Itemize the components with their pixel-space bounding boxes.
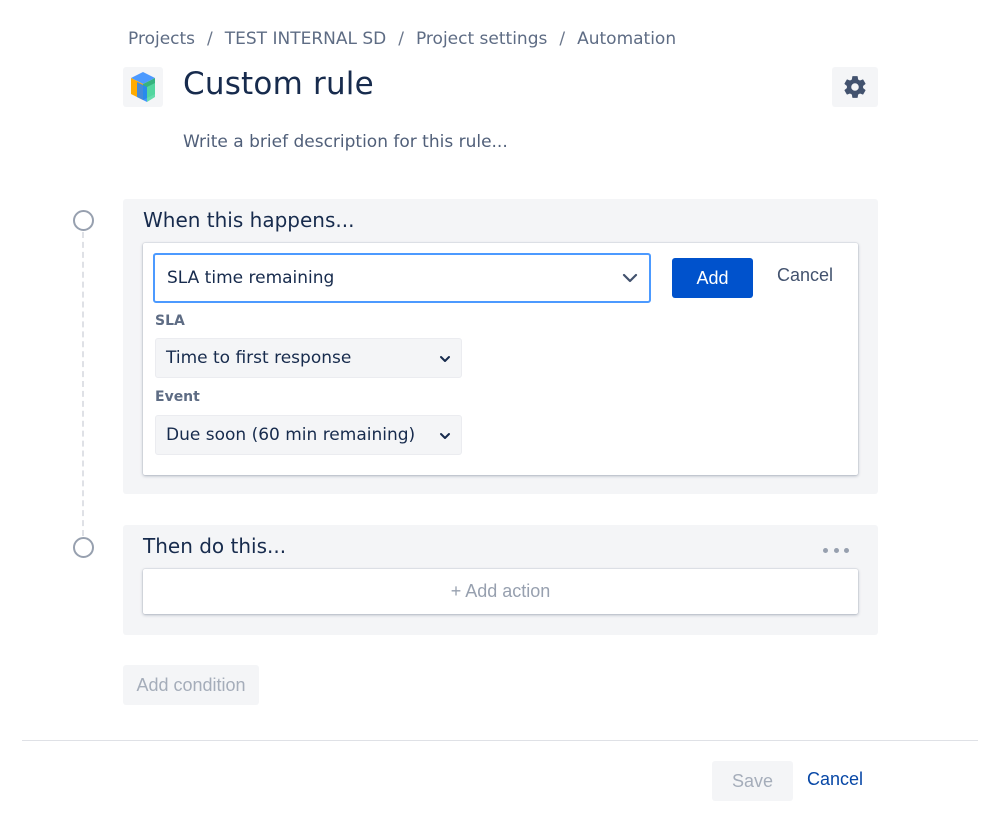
- event-select-value: Due soon (60 min remaining): [166, 425, 416, 445]
- trigger-node-icon: [73, 210, 94, 231]
- footer-divider: [22, 740, 978, 741]
- breadcrumb-project[interactable]: TEST INTERNAL SD: [225, 29, 386, 49]
- sla-select[interactable]: Time to first response: [155, 338, 462, 378]
- trigger-panel: When this happens... SLA time remaining …: [123, 199, 878, 494]
- event-select[interactable]: Due soon (60 min remaining): [155, 415, 462, 455]
- sla-label: SLA: [155, 313, 185, 329]
- breadcrumb-project-settings[interactable]: Project settings: [416, 29, 547, 49]
- breadcrumb-projects[interactable]: Projects: [128, 29, 195, 49]
- add-action-button[interactable]: + Add action: [143, 569, 858, 614]
- gear-icon: [844, 76, 866, 98]
- trigger-select[interactable]: SLA time remaining: [153, 253, 651, 303]
- breadcrumb-automation[interactable]: Automation: [577, 29, 676, 49]
- trigger-heading: When this happens...: [143, 208, 355, 232]
- breadcrumb-separator: /: [398, 29, 404, 49]
- action-node-icon: [73, 537, 94, 558]
- add-condition-button[interactable]: Add condition: [123, 665, 259, 705]
- description-field[interactable]: Write a brief description for this rule.…: [183, 132, 508, 152]
- add-trigger-button[interactable]: Add: [672, 258, 753, 298]
- breadcrumb-separator: /: [559, 29, 566, 49]
- breadcrumb-separator: /: [207, 29, 213, 49]
- settings-button[interactable]: [832, 67, 878, 107]
- chevron-down-icon: [622, 273, 638, 283]
- cube-icon: [123, 67, 163, 107]
- cancel-trigger-button[interactable]: Cancel: [777, 265, 833, 286]
- chevron-down-icon: [440, 356, 450, 362]
- breadcrumb: Projects / TEST INTERNAL SD / Project se…: [128, 29, 676, 49]
- event-label: Event: [155, 389, 200, 405]
- page-title: Custom rule: [183, 66, 374, 102]
- sla-select-value: Time to first response: [166, 348, 352, 368]
- action-panel: Then do this... + Add action: [123, 525, 878, 635]
- trigger-select-value: SLA time remaining: [167, 268, 335, 288]
- action-heading: Then do this...: [143, 534, 287, 558]
- save-button[interactable]: Save: [712, 761, 793, 801]
- cancel-button[interactable]: Cancel: [807, 769, 863, 790]
- trigger-card: SLA time remaining Add Cancel SLA Time t…: [143, 243, 858, 475]
- timeline-connector: [82, 232, 84, 536]
- chevron-down-icon: [440, 433, 450, 439]
- more-horizontal-icon[interactable]: [823, 545, 849, 555]
